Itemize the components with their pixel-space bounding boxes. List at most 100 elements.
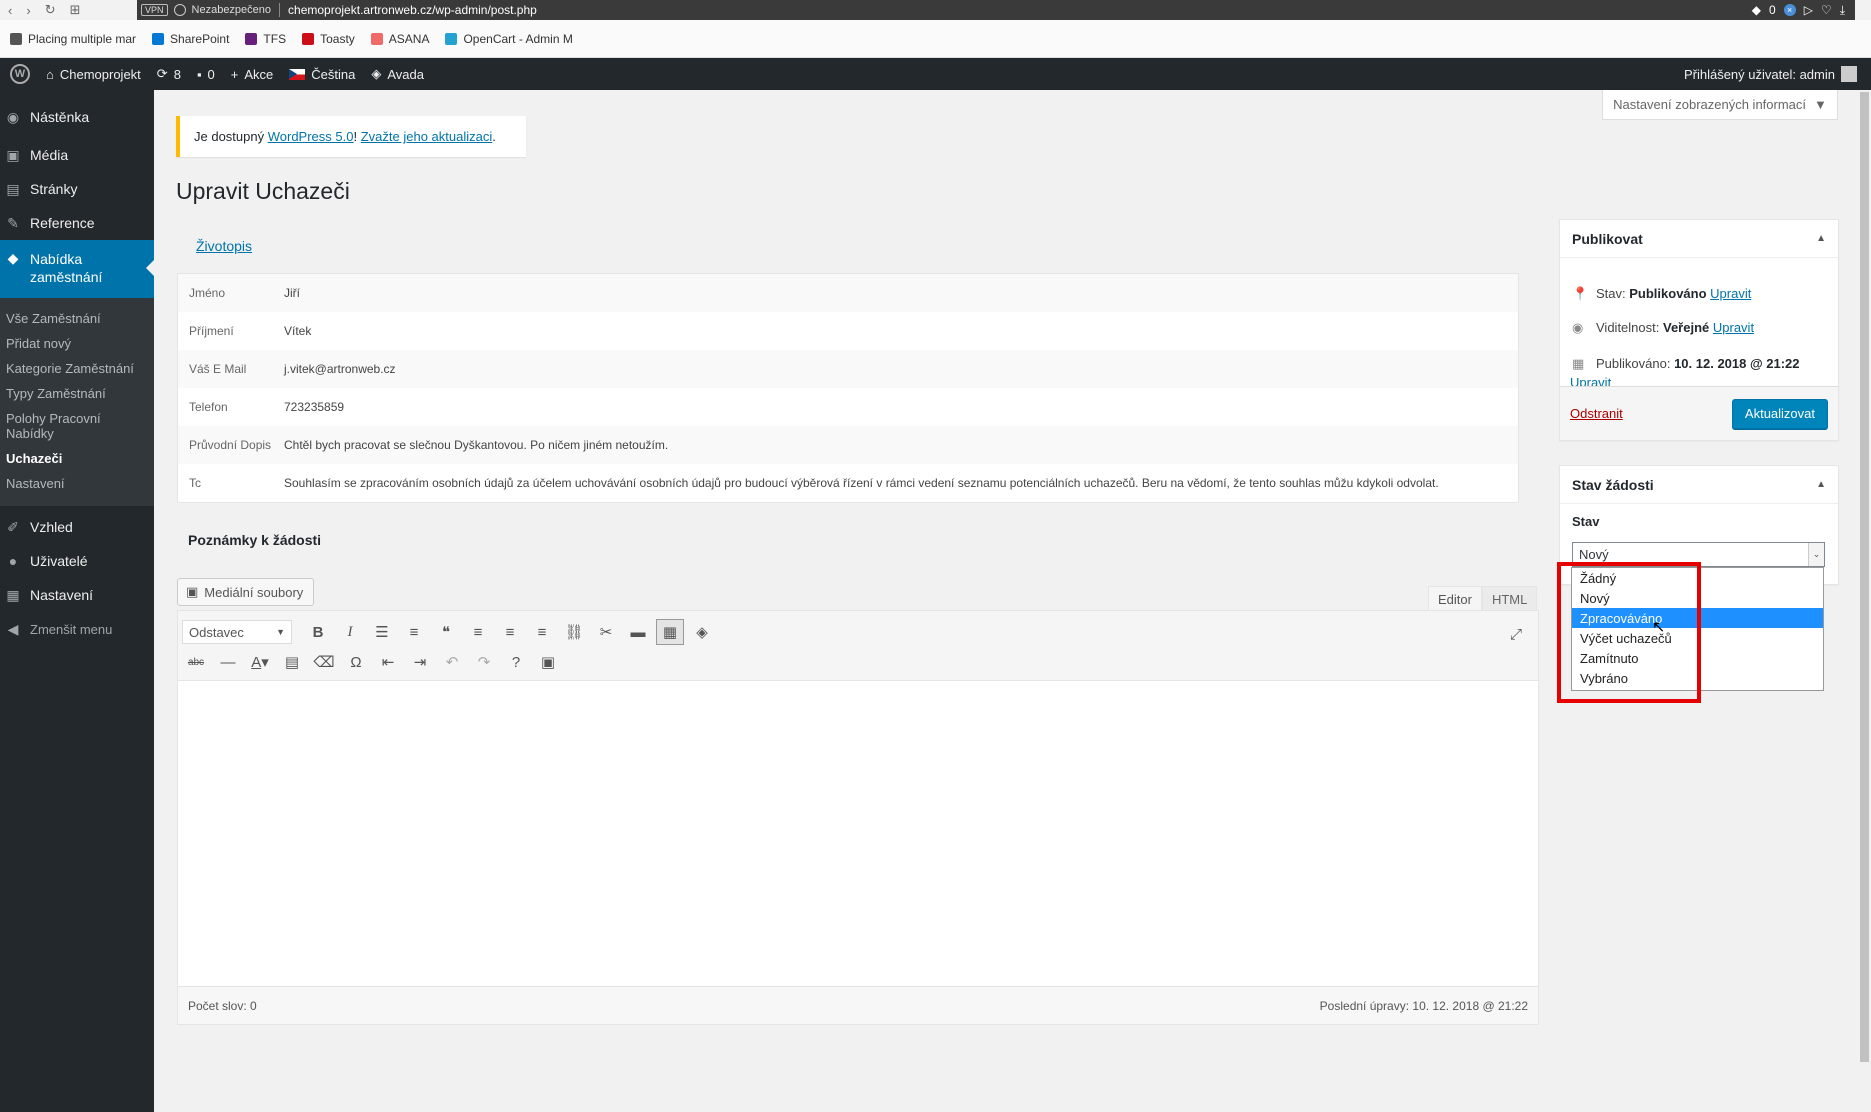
- submenu-item[interactable]: Nastavení: [0, 471, 154, 496]
- horizontal-line-button[interactable]: —: [214, 649, 242, 675]
- strikethrough-button[interactable]: abc: [182, 649, 210, 675]
- add-media-button[interactable]: ▣ Mediální soubory: [177, 578, 314, 606]
- bookmark-label: SharePoint: [170, 31, 230, 46]
- submenu-item[interactable]: Typy Zaměstnání: [0, 381, 154, 406]
- menu-media[interactable]: ▣ Média: [0, 138, 154, 172]
- format-select[interactable]: Odstavec ▼: [182, 620, 292, 644]
- submenu-item[interactable]: Přidat nový: [0, 331, 154, 356]
- layers-button[interactable]: ◈: [688, 619, 716, 645]
- caret-up-icon[interactable]: ▲: [1816, 479, 1826, 490]
- wp-logo[interactable]: W: [0, 58, 38, 90]
- blockquote-button[interactable]: ❝: [432, 619, 460, 645]
- status-option[interactable]: Žádný: [1572, 568, 1823, 588]
- menu-pages[interactable]: ▤ Stránky: [0, 172, 154, 206]
- theme-link[interactable]: ◈ Avada: [363, 58, 432, 90]
- align-center-button[interactable]: ≡: [496, 619, 524, 645]
- grid-icon[interactable]: ⊞: [70, 2, 81, 18]
- status-dropdown-list[interactable]: Žádný Nový Zpracováváno Výčet uchazečů Zamít…: [1571, 567, 1824, 691]
- comments-count: 0: [207, 66, 215, 82]
- edit-visibility-link[interactable]: Upravit: [1713, 320, 1754, 335]
- outdent-button[interactable]: ⇤: [374, 649, 402, 675]
- menu-appearance[interactable]: ✐ Vzhled: [0, 510, 154, 544]
- image-button[interactable]: ▣: [534, 649, 562, 675]
- tab-visual[interactable]: Editor: [1428, 586, 1482, 612]
- help-button[interactable]: ?: [502, 649, 530, 675]
- heart-icon[interactable]: ♡: [1821, 3, 1832, 17]
- update-button[interactable]: Aktualizovat: [1731, 398, 1828, 429]
- update-link[interactable]: Zvažte jeho aktualizaci: [361, 129, 493, 144]
- url-text[interactable]: chemoprojekt.artronweb.cz/wp-admin/post.…: [288, 3, 537, 17]
- adblock-icon[interactable]: ×: [1783, 4, 1796, 16]
- tab-html[interactable]: HTML: [1481, 586, 1538, 612]
- publish-box-header[interactable]: Publikovat ▲: [1560, 220, 1838, 258]
- special-char-button[interactable]: Ω: [342, 649, 370, 675]
- menu-settings[interactable]: ▦ Nastavení: [0, 578, 154, 612]
- back-icon[interactable]: ‹: [8, 3, 12, 18]
- menu-users[interactable]: ● Uživatelé: [0, 544, 154, 578]
- language-switch[interactable]: Čeština: [281, 58, 363, 90]
- submenu-item[interactable]: Polohy Pracovní Nabídky: [0, 406, 154, 446]
- wordpress-version-link[interactable]: WordPress 5.0: [268, 129, 354, 144]
- bookmark-item[interactable]: SharePoint: [152, 32, 229, 46]
- numbered-list-button[interactable]: ≡: [400, 619, 428, 645]
- status-option[interactable]: Zpracováváno: [1572, 608, 1823, 628]
- indent-button[interactable]: ⇥: [406, 649, 434, 675]
- edit-status-link[interactable]: Upravit: [1710, 286, 1751, 301]
- send-icon[interactable]: ▷: [1804, 3, 1813, 17]
- security-indicator[interactable]: Nezabezpečeno: [192, 4, 272, 16]
- comments-link[interactable]: ▪ 0: [189, 58, 223, 90]
- caret-up-icon[interactable]: ▲: [1816, 233, 1826, 244]
- submenu-item[interactable]: Vše Zaměstnání: [0, 306, 154, 331]
- download-icon[interactable]: ⤓: [1840, 3, 1845, 18]
- reload-icon[interactable]: ↻: [45, 2, 56, 18]
- forward-icon[interactable]: ›: [26, 3, 30, 18]
- bookmark-item[interactable]: Placing multiple mar: [10, 32, 136, 46]
- read-more-button[interactable]: ▬: [624, 619, 652, 645]
- fullscreen-icon[interactable]: ⤢: [1502, 621, 1530, 647]
- bookmark-item[interactable]: Toasty: [302, 32, 355, 46]
- collapse-menu[interactable]: ◀ Zmenšit menu: [0, 612, 154, 646]
- submenu-item[interactable]: Uchazeči: [0, 446, 154, 471]
- field-label: Průvodní Dopis: [189, 438, 272, 452]
- menu-reference[interactable]: ✎ Reference: [0, 206, 154, 240]
- browser-toolbar: ‹ › ↻ ⊞ VPN Nezabezpečeno chemoprojekt.a…: [0, 0, 1871, 20]
- align-right-button[interactable]: ≡: [528, 619, 556, 645]
- paste-text-button[interactable]: ▤: [278, 649, 306, 675]
- status-option[interactable]: Zamítnuto: [1572, 648, 1823, 668]
- menu-dashboard[interactable]: ◉ Nástěnka: [0, 100, 154, 134]
- bookmark-item[interactable]: OpenCart - Admin M: [445, 32, 573, 46]
- address-bar[interactable]: VPN Nezabezpečeno chemoprojekt.artronweb…: [137, 0, 1855, 20]
- status-option[interactable]: Nový: [1572, 588, 1823, 608]
- submenu-item[interactable]: Kategorie Zaměstnání: [0, 356, 154, 381]
- status-option[interactable]: Vybráno: [1572, 668, 1823, 688]
- status-select[interactable]: Nový ⌄: [1572, 542, 1825, 567]
- menu-jobs[interactable]: ◆ Nabídka zaměstnání: [0, 240, 154, 298]
- vpn-badge[interactable]: VPN: [141, 4, 168, 16]
- account-menu[interactable]: Přihlášený uživatel: admin: [1684, 66, 1871, 82]
- clear-formatting-button[interactable]: ⌫: [310, 649, 338, 675]
- text-color-button[interactable]: A ▾: [246, 649, 274, 675]
- italic-button[interactable]: I: [336, 619, 364, 645]
- status-option[interactable]: Výčet uchazečů: [1572, 628, 1823, 648]
- new-content-link[interactable]: + Akce: [223, 58, 282, 90]
- bookmark-item[interactable]: ASANA: [370, 32, 429, 46]
- toolbar-toggle-button[interactable]: ▦: [656, 619, 684, 645]
- unlink-button[interactable]: ✂: [592, 619, 620, 645]
- bookmark-item[interactable]: TFS: [245, 32, 286, 46]
- editor-content-area[interactable]: [178, 681, 1538, 981]
- screen-options-button[interactable]: Nastavení zobrazených informací ▼: [1602, 90, 1838, 120]
- scrollbar-thumb[interactable]: [1860, 92, 1869, 1062]
- request-status-header[interactable]: Stav žádosti ▲: [1560, 466, 1838, 504]
- cv-link[interactable]: Životopis: [196, 238, 252, 254]
- bold-button[interactable]: B: [304, 619, 332, 645]
- bullet-list-button[interactable]: ☰: [368, 619, 396, 645]
- delete-link[interactable]: Odstranit: [1570, 406, 1623, 421]
- redo-button[interactable]: ↷: [470, 649, 498, 675]
- site-name[interactable]: ⌂ Chemoprojekt: [38, 58, 149, 90]
- page-scrollbar[interactable]: [1858, 90, 1871, 1112]
- undo-button[interactable]: ↶: [438, 649, 466, 675]
- link-button[interactable]: ⛓: [560, 619, 588, 645]
- updates-link[interactable]: ⟳ 8: [149, 58, 189, 90]
- align-left-button[interactable]: ≡: [464, 619, 492, 645]
- extension-icon[interactable]: ◆: [1752, 3, 1761, 17]
